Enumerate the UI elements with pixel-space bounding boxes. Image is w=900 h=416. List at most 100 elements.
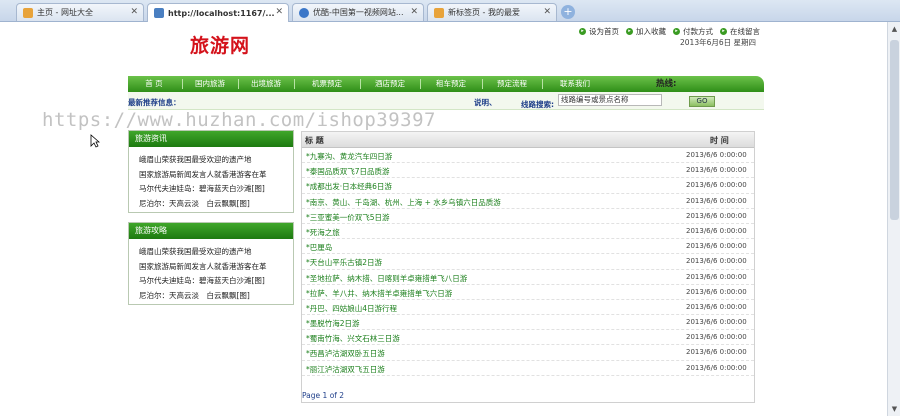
table-header: 标 题 时 间: [302, 132, 754, 148]
column-time: 时 间: [710, 136, 729, 145]
table-row: *死海之旅 2013/6/6 0:00:00: [302, 224, 754, 240]
link-label: 加入收藏: [636, 27, 666, 36]
table-row: *巴厘岛 2013/6/6 0:00:00: [302, 239, 754, 255]
route-time: 2013/6/6 0:00:00: [686, 257, 747, 266]
route-link[interactable]: *三亚蜜美一价双飞5日游: [306, 212, 390, 223]
nav-item-flights[interactable]: 机票预定: [296, 76, 358, 92]
bullet-icon: ▸: [626, 28, 633, 35]
table-body: *九寨沟、黄龙汽车四日游 2013/6/6 0:00:00 *泰国品质双飞7日品质…: [302, 148, 754, 376]
list-item[interactable]: 马尔代夫迪娃岛：碧海蓝天白沙滩[图]: [139, 274, 287, 289]
table-row: *三亚蜜美一价双飞5日游 2013/6/6 0:00:00: [302, 209, 754, 224]
column-title: 标 题: [305, 136, 324, 145]
bullet-icon: ▸: [720, 28, 727, 35]
close-icon[interactable]: ✕: [410, 7, 418, 17]
route-time: 2013/6/6 0:00:00: [686, 363, 747, 372]
route-link[interactable]: *巴厘岛: [306, 242, 332, 253]
route-time: 2013/6/6 0:00:00: [686, 226, 747, 235]
route-time: 2013/6/6 0:00:00: [686, 318, 747, 327]
pagination[interactable]: Page 1 of 2: [302, 391, 344, 400]
nav-item-home[interactable]: 首 页: [128, 76, 180, 92]
set-homepage-link[interactable]: ▸ 设为首页: [579, 26, 619, 37]
route-link[interactable]: *拉萨、羊八井、纳木措羊卓雍措单飞六日游: [306, 288, 452, 299]
route-link[interactable]: *丽江泸沽湖双飞五日游: [306, 364, 385, 375]
new-tab-button[interactable]: +: [561, 5, 575, 19]
route-time: 2013/6/6 0:00:00: [686, 272, 747, 281]
route-link[interactable]: *西昌泸沽湖双卧五日游: [306, 348, 385, 359]
list-item[interactable]: 尼泊尔：天高云淡 白云飘飘[图]: [139, 289, 287, 304]
tab-label: 优酷-中国第一视频网站...: [313, 8, 404, 17]
site-logo[interactable]: 旅游网: [190, 31, 250, 58]
add-favorite-link[interactable]: ▸ 加入收藏: [626, 26, 666, 37]
route-link[interactable]: *死海之旅: [306, 227, 340, 238]
list-item[interactable]: 国家旅游局新闻发言人就香港游客在革: [139, 168, 287, 183]
youku-icon: [299, 7, 309, 18]
route-link[interactable]: *蜀南竹海、兴文石林三日游: [306, 333, 400, 344]
route-time: 2013/6/6 0:00:00: [686, 348, 747, 357]
top-links: ▸ 设为首页 ▸ 加入收藏 ▸ 付款方式 ▸ 在线留言: [579, 26, 760, 37]
list-item[interactable]: 马尔代夫迪娃岛：碧海蓝天白沙滩[图]: [139, 182, 287, 197]
route-link[interactable]: *天台山平乐古镇2日游: [306, 257, 382, 268]
table-row: *丽江泸沽湖双飞五日游 2013/6/6 0:00:00: [302, 361, 754, 376]
nav-item-car-rental[interactable]: 租车预定: [422, 76, 480, 92]
browser-tab-home[interactable]: 主页 - 网址大全 ✕: [16, 3, 144, 21]
newtab-icon: [434, 7, 444, 18]
route-search-input[interactable]: 线路编号或景点名称: [558, 94, 662, 106]
nav-item-domestic[interactable]: 国内旅游: [184, 76, 236, 92]
table-row: *丹巴、四姑娘山4日游行程 2013/6/6 0:00:00: [302, 300, 754, 316]
hotline-label: 热线:: [656, 79, 677, 89]
travel-news-title: 旅游资讯: [129, 131, 293, 147]
route-link[interactable]: *南京、黄山、千岛湖、杭州、上海 + 水乡乌镇六日品质游: [306, 197, 501, 208]
travel-news-box: 旅游资讯 峨眉山荣获我国最受欢迎的遗产地 国家旅游局新闻发言人就香港游客在革 马…: [128, 130, 294, 213]
nav-separator: [360, 79, 361, 89]
scroll-down-icon[interactable]: ▼: [889, 403, 900, 415]
list-item[interactable]: 尼泊尔：天高云淡 白云飘飘[图]: [139, 197, 287, 212]
list-item[interactable]: 国家旅游局新闻发言人就香港游客在革: [139, 260, 287, 275]
route-time: 2013/6/6 0:00:00: [686, 242, 747, 251]
description-link[interactable]: 说明、: [474, 97, 497, 108]
current-date: 2013年6月6日 星期四: [680, 38, 757, 47]
table-row: *成都出发·日本经典6日游 2013/6/6 0:00:00: [302, 178, 754, 194]
vertical-scrollbar[interactable]: ▲ ▼: [887, 22, 900, 416]
table-row: *泰国品质双飞7日品质游 2013/6/6 0:00:00: [302, 163, 754, 179]
route-search-label: 线路搜索:: [521, 100, 554, 109]
travel-news-list: 峨眉山荣获我国最受欢迎的遗产地 国家旅游局新闻发言人就香港游客在革 马尔代夫迪娃…: [129, 147, 293, 215]
nav-separator: [420, 79, 421, 89]
bullet-icon: ▸: [579, 28, 586, 35]
table-row: *南京、黄山、千岛湖、杭州、上海 + 水乡乌镇六日品质游 2013/6/6 0:0…: [302, 194, 754, 209]
search-go-button[interactable]: GO: [689, 96, 715, 107]
route-time: 2013/6/6 0:00:00: [686, 196, 747, 205]
table-row: *西昌泸沽湖双卧五日游 2013/6/6 0:00:00: [302, 345, 754, 361]
close-icon[interactable]: ✕: [275, 7, 283, 17]
nav-item-booking-process[interactable]: 预定流程: [484, 76, 540, 92]
sub-bar: [128, 92, 764, 110]
browser-tab-youku[interactable]: 优酷-中国第一视频网站... ✕: [292, 3, 424, 21]
route-link[interactable]: *泰国品质双飞7日品质游: [306, 166, 390, 177]
nav-item-contact[interactable]: 联系我们: [544, 76, 606, 92]
scroll-thumb[interactable]: [890, 40, 899, 220]
scroll-up-icon[interactable]: ▲: [889, 23, 900, 35]
route-link[interactable]: *墨脱竹海2日游: [306, 318, 360, 329]
close-icon[interactable]: ✕: [130, 7, 138, 17]
route-link[interactable]: *九寨沟、黄龙汽车四日游: [306, 151, 392, 162]
travel-guide-box: 旅游攻略 峨眉山荣获我国最受欢迎的遗产地 国家旅游局新闻发言人就香港游客在革 马…: [128, 222, 294, 305]
list-item[interactable]: 峨眉山荣获我国最受欢迎的遗产地: [139, 153, 287, 168]
browser-tab-localhost[interactable]: http://localhost:1167/... ✕: [147, 3, 289, 22]
route-link[interactable]: *圣地拉萨、纳木措、日喀则羊卓雍措单飞八日游: [306, 273, 467, 284]
table-row: *天台山平乐古镇2日游 2013/6/6 0:00:00: [302, 254, 754, 270]
nav-item-hotels[interactable]: 酒店预定: [362, 76, 418, 92]
table-row: *拉萨、羊八井、纳木措羊卓雍措单飞六日游 2013/6/6 0:00:00: [302, 285, 754, 300]
tab-label: 主页 - 网址大全: [37, 8, 93, 17]
online-message-link[interactable]: ▸ 在线留言: [720, 26, 760, 37]
close-icon[interactable]: ✕: [543, 7, 551, 17]
route-link[interactable]: *成都出发·日本经典6日游: [306, 181, 392, 192]
tab-label: http://localhost:1167/...: [168, 8, 275, 18]
table-row: *九寨沟、黄龙汽车四日游 2013/6/6 0:00:00: [302, 148, 754, 164]
nav-item-outbound[interactable]: 出境旅游: [240, 76, 292, 92]
list-item[interactable]: 峨眉山荣获我国最受欢迎的遗产地: [139, 245, 287, 260]
mouse-cursor-icon: [90, 134, 100, 148]
route-time: 2013/6/6 0:00:00: [686, 151, 747, 159]
payment-method-link[interactable]: ▸ 付款方式: [673, 26, 713, 37]
link-label: 设为首页: [589, 27, 619, 36]
route-link[interactable]: *丹巴、四姑娘山4日游行程: [306, 303, 397, 314]
browser-tab-newtab[interactable]: 新标签页 - 我的最爱 ✕: [427, 3, 557, 21]
